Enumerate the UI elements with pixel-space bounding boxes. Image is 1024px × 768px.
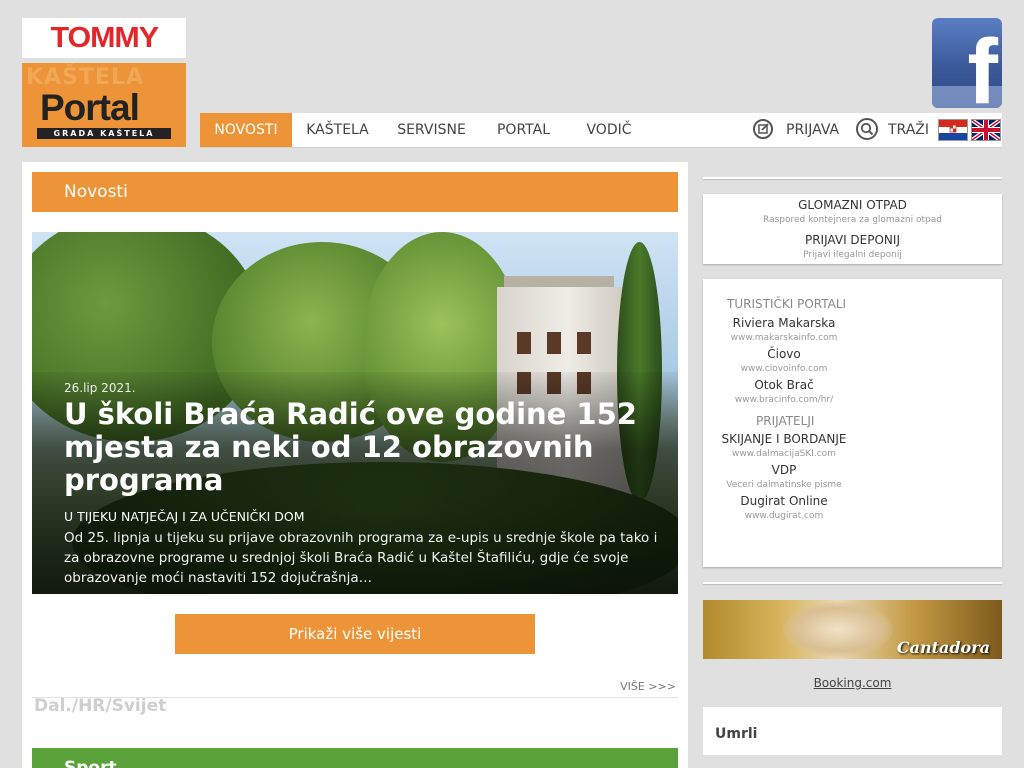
link-subtitle: Veceri dalmatinske pisme	[726, 480, 842, 490]
link-subtitle: www.dalmacijaSKI.com	[732, 449, 836, 459]
link-riviera-makarska[interactable]: Riviera Makarska www.makarskainfo.com	[703, 316, 865, 343]
link-subtitle: Prijavi ilegalni deponij	[803, 250, 902, 260]
tourist-portals-heading: TURISTIČKI PORTALI	[727, 297, 847, 311]
show-more-news-button[interactable]: Prikaži više vijesti	[175, 614, 535, 654]
facebook-icon[interactable]: f	[932, 18, 1002, 108]
more-link[interactable]: VIŠE >>>	[620, 680, 676, 693]
link-subtitle: www.makarskainfo.com	[730, 333, 838, 343]
main-column: Novosti 26.lip 2021. U školi Braća Radić…	[22, 162, 688, 768]
link-otok-brac[interactable]: Otok Brač www.bracinfo.com/hr/	[703, 378, 865, 405]
login-button[interactable]: PRIJAVA	[753, 113, 841, 147]
main-navigation: NOVOSTI KAŠTELA SERVISNE PORTAL VODIČ PR…	[200, 113, 1002, 148]
uk-flag-icon[interactable]	[970, 118, 1002, 142]
sidebar-divider	[703, 582, 1002, 584]
waste-links-box: GLOMAZNI OTPAD Raspored kontejnera za gl…	[703, 194, 1002, 264]
link-dugirat[interactable]: Dugirat Online www.dugirat.com	[703, 494, 865, 521]
section-title-sport[interactable]: Sport	[32, 748, 678, 768]
link-title: GLOMAZNI OTPAD	[798, 198, 907, 212]
search-button[interactable]: TRAŽI	[856, 113, 934, 147]
featured-lead: U TIJEKU NATJEČAJ I ZA UČENIČKI DOM	[64, 509, 305, 524]
nav-item-kastela[interactable]: KAŠTELA	[292, 113, 383, 147]
nav-item-portal[interactable]: PORTAL	[480, 113, 567, 147]
logo-subtitle: GRADA KAŠTELA	[37, 128, 171, 139]
link-title: Čiovo	[767, 347, 801, 361]
cantadora-banner-label: Cantadora	[896, 638, 990, 657]
nav-item-vodic[interactable]: VODIČ	[567, 113, 651, 147]
section-title-novosti[interactable]: Novosti	[32, 172, 678, 212]
search-icon	[856, 118, 878, 140]
facebook-letter: f	[967, 21, 998, 108]
photo-window	[547, 332, 561, 354]
link-title: Riviera Makarska	[732, 316, 836, 330]
featured-article[interactable]: 26.lip 2021. U školi Braća Radić ove god…	[32, 232, 678, 594]
link-title: Dugirat Online	[740, 494, 828, 508]
link-title: VDP	[771, 463, 797, 477]
logo-title: Portal	[40, 87, 140, 128]
tommy-ad-banner[interactable]: TOMMY	[22, 18, 186, 58]
link-prijavi-deponij[interactable]: PRIJAVI DEPONIJ Prijavi ilegalni deponij	[703, 233, 1002, 260]
link-glomazni-otpad[interactable]: GLOMAZNI OTPAD Raspored kontejnera za gl…	[703, 198, 1002, 225]
photo-window	[577, 332, 591, 354]
link-ciovo[interactable]: Čiovo www.ciovoinfo.com	[703, 347, 865, 374]
cantadora-banner[interactable]: Cantadora	[703, 600, 1002, 659]
portals-box: TURISTIČKI PORTALI Riviera Makarska www.…	[703, 279, 1002, 567]
link-subtitle: Raspored kontejnera za glomazni otpad	[763, 215, 942, 225]
site-logo[interactable]: KAŠTELA Portal GRADA KAŠTELA	[22, 63, 186, 147]
croatian-flag-icon[interactable]	[938, 119, 968, 141]
search-label: TRAŽI	[888, 122, 930, 138]
featured-excerpt: Od 25. lipnja u tijeku su prijave obrazo…	[64, 530, 658, 586]
featured-date: 26.lip 2021.	[64, 381, 136, 395]
link-subtitle: www.bracinfo.com/hr/	[734, 395, 834, 405]
tommy-ad-text: TOMMY	[50, 21, 159, 54]
link-vdp[interactable]: VDP Veceri dalmatinske pisme	[703, 463, 865, 490]
umrli-box[interactable]: Umrli	[703, 707, 1002, 755]
booking-link[interactable]: Booking.com	[703, 676, 1002, 690]
login-label: PRIJAVA	[786, 122, 840, 138]
friends-heading: PRIJATELJI	[756, 414, 815, 428]
nav-item-servisne[interactable]: SERVISNE	[383, 113, 480, 147]
link-subtitle: www.dugirat.com	[744, 511, 824, 521]
banner-artwork	[783, 602, 893, 657]
link-title: Otok Brač	[754, 378, 814, 392]
link-skijanje[interactable]: SKIJANJE I BORDANJE www.dalmacijaSKI.com	[703, 432, 865, 459]
section-title-dal-hr-svijet[interactable]: Dal./HR/Svijet	[34, 696, 166, 716]
photo-window	[517, 332, 531, 354]
link-subtitle: www.ciovoinfo.com	[740, 364, 828, 374]
edit-icon	[753, 119, 773, 139]
featured-headline[interactable]: U školi Braća Radić ove godine 152 mjest…	[64, 398, 664, 497]
link-title: PRIJAVI DEPONIJ	[804, 233, 900, 247]
nav-item-novosti[interactable]: NOVOSTI	[200, 113, 292, 147]
link-title: SKIJANJE I BORDANJE	[721, 432, 847, 446]
umrli-title: Umrli	[715, 726, 758, 742]
sidebar-divider	[703, 177, 1002, 179]
